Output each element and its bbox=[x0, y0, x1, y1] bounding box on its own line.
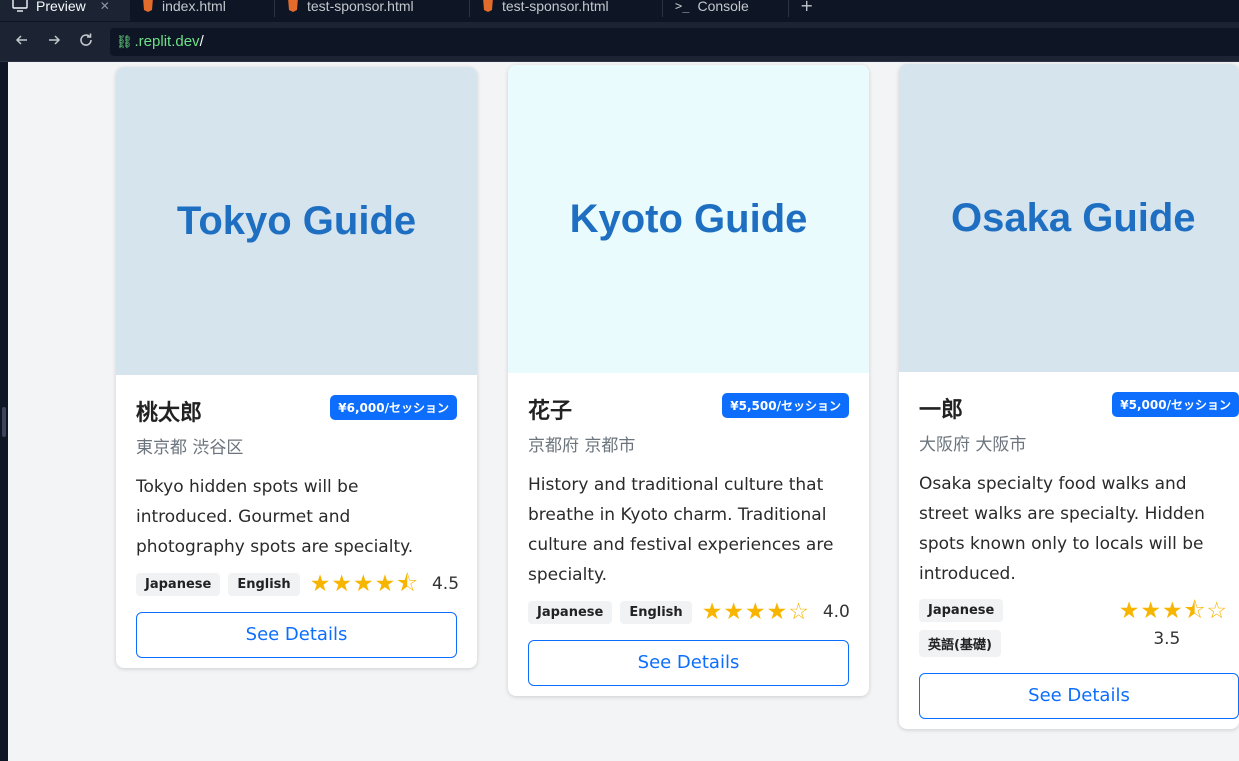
guide-location: 東京都 渋谷区 bbox=[136, 438, 244, 458]
tab-label: test-sponsor.html bbox=[502, 0, 609, 14]
language-badge: English bbox=[620, 600, 692, 624]
star-filled-icon: ★ bbox=[1118, 598, 1140, 624]
tab-console[interactable]: >_ Console bbox=[663, 0, 789, 21]
tab-test-sponsor-html[interactable]: test-sponsor.html bbox=[275, 0, 470, 21]
link-icon: ⛓ bbox=[116, 33, 133, 49]
refresh-icon bbox=[78, 32, 94, 52]
guide-image-text: Tokyo Guide bbox=[176, 198, 417, 243]
guide-name: 花子 bbox=[528, 399, 573, 424]
rating-value: 4.5 bbox=[431, 574, 460, 594]
star-half-icon: ⯪ bbox=[1183, 598, 1206, 624]
guide-card: Osaka Guide 一郎 ¥5,000/セッション 大阪府 大阪市 Osak… bbox=[899, 64, 1239, 729]
language-badge: Japanese bbox=[136, 572, 221, 596]
language-badge: 英語(基礎) bbox=[919, 630, 1001, 657]
url-bar: ⛓ .replit.dev / bbox=[0, 22, 1239, 62]
tab-test-sponsor-html-2[interactable]: test-sponsor.html bbox=[470, 0, 663, 21]
tab-label: index.html bbox=[162, 0, 226, 14]
guide-image-text: Kyoto Guide bbox=[569, 196, 808, 241]
tab-label: Preview bbox=[36, 0, 86, 14]
star-filled-icon: ★ bbox=[374, 571, 396, 597]
star-empty-icon: ☆ bbox=[788, 599, 809, 625]
guide-image: Kyoto Guide bbox=[508, 65, 869, 373]
html-file-icon bbox=[287, 0, 299, 15]
guide-image: Tokyo Guide bbox=[116, 67, 477, 375]
guide-description: Osaka specialty food walks and street wa… bbox=[919, 474, 1205, 584]
star-filled-icon: ★ bbox=[766, 599, 788, 625]
guide-location: 大阪府 大阪市 bbox=[919, 435, 1027, 455]
star-filled-icon: ★ bbox=[701, 599, 723, 625]
price-badge: ¥5,000/セッション bbox=[1112, 392, 1239, 417]
see-details-button[interactable]: See Details bbox=[136, 612, 457, 658]
guide-description: Tokyo hidden spots will be introduced. G… bbox=[136, 477, 414, 557]
preview-pane: Tokyo Guide 桃太郎 ¥6,000/セッション 東京都 渋谷区 Tok… bbox=[8, 62, 1239, 761]
star-filled-icon: ★ bbox=[331, 571, 352, 597]
language-badge: Japanese bbox=[919, 599, 1004, 622]
guide-card: Tokyo Guide 桃太郎 ¥6,000/セッション 東京都 渋谷区 Tok… bbox=[116, 67, 477, 668]
star-rating: ★ ★ ★ ★ ☆ bbox=[702, 600, 809, 624]
forward-button[interactable] bbox=[42, 30, 66, 54]
see-details-button[interactable]: See Details bbox=[528, 640, 849, 686]
url-host: .replit.dev bbox=[134, 33, 200, 50]
terminal-icon: >_ bbox=[675, 0, 690, 13]
guide-image: Osaka Guide bbox=[899, 64, 1239, 372]
guide-card: Kyoto Guide 花子 ¥5,500/セッション 京都府 京都市 Hist… bbox=[508, 65, 869, 696]
monitor-icon bbox=[12, 0, 28, 15]
arrow-left-icon bbox=[14, 32, 30, 52]
guide-location: 京都府 京都市 bbox=[528, 436, 636, 456]
star-filled-icon: ★ bbox=[723, 599, 744, 625]
star-filled-icon: ★ bbox=[1161, 598, 1183, 624]
star-half-icon: ⯪ bbox=[396, 571, 418, 597]
arrow-right-icon bbox=[46, 32, 62, 52]
tab-index-html[interactable]: index.html bbox=[130, 0, 275, 21]
star-filled-icon: ★ bbox=[744, 599, 766, 625]
rating-value: 4.0 bbox=[822, 602, 850, 622]
language-badge: English bbox=[228, 572, 300, 596]
star-empty-icon: ☆ bbox=[1206, 598, 1227, 624]
star-filled-icon: ★ bbox=[309, 571, 331, 597]
url-input[interactable]: ⛓ .replit.dev / bbox=[110, 27, 1239, 56]
reload-button[interactable] bbox=[74, 30, 98, 54]
guide-description: History and traditional culture that bre… bbox=[528, 475, 834, 585]
tab-preview[interactable]: Preview ✕ bbox=[0, 0, 130, 21]
tab-bar: Preview ✕ index.html test-sponsor.html t… bbox=[0, 0, 1239, 22]
star-rating: ★ ★ ★ ⯪ ☆ bbox=[1119, 599, 1227, 623]
price-badge: ¥6,000/セッション bbox=[330, 395, 457, 420]
tab-separator bbox=[788, 0, 789, 17]
close-icon[interactable]: ✕ bbox=[100, 0, 110, 13]
star-rating: ★ ★ ★ ★ ⯪ bbox=[310, 572, 418, 596]
add-tab-button[interactable]: + bbox=[800, 0, 813, 21]
star-filled-icon: ★ bbox=[1140, 598, 1161, 624]
html-file-icon bbox=[142, 0, 154, 15]
tab-label: Console bbox=[697, 0, 749, 14]
resize-handle[interactable] bbox=[2, 407, 6, 437]
star-filled-icon: ★ bbox=[352, 571, 374, 597]
panel-edge bbox=[0, 62, 8, 761]
guide-name: 一郎 bbox=[919, 398, 964, 423]
guide-image-text: Osaka Guide bbox=[951, 195, 1196, 240]
guide-name: 桃太郎 bbox=[136, 401, 203, 426]
url-path: / bbox=[199, 33, 204, 50]
html-file-icon bbox=[482, 0, 494, 15]
tab-label: test-sponsor.html bbox=[307, 0, 414, 14]
back-button[interactable] bbox=[10, 30, 34, 54]
rating-value: 3.5 bbox=[1153, 629, 1181, 649]
see-details-button[interactable]: See Details bbox=[919, 673, 1239, 719]
language-badge: Japanese bbox=[528, 600, 613, 624]
price-badge: ¥5,500/セッション bbox=[722, 393, 849, 418]
